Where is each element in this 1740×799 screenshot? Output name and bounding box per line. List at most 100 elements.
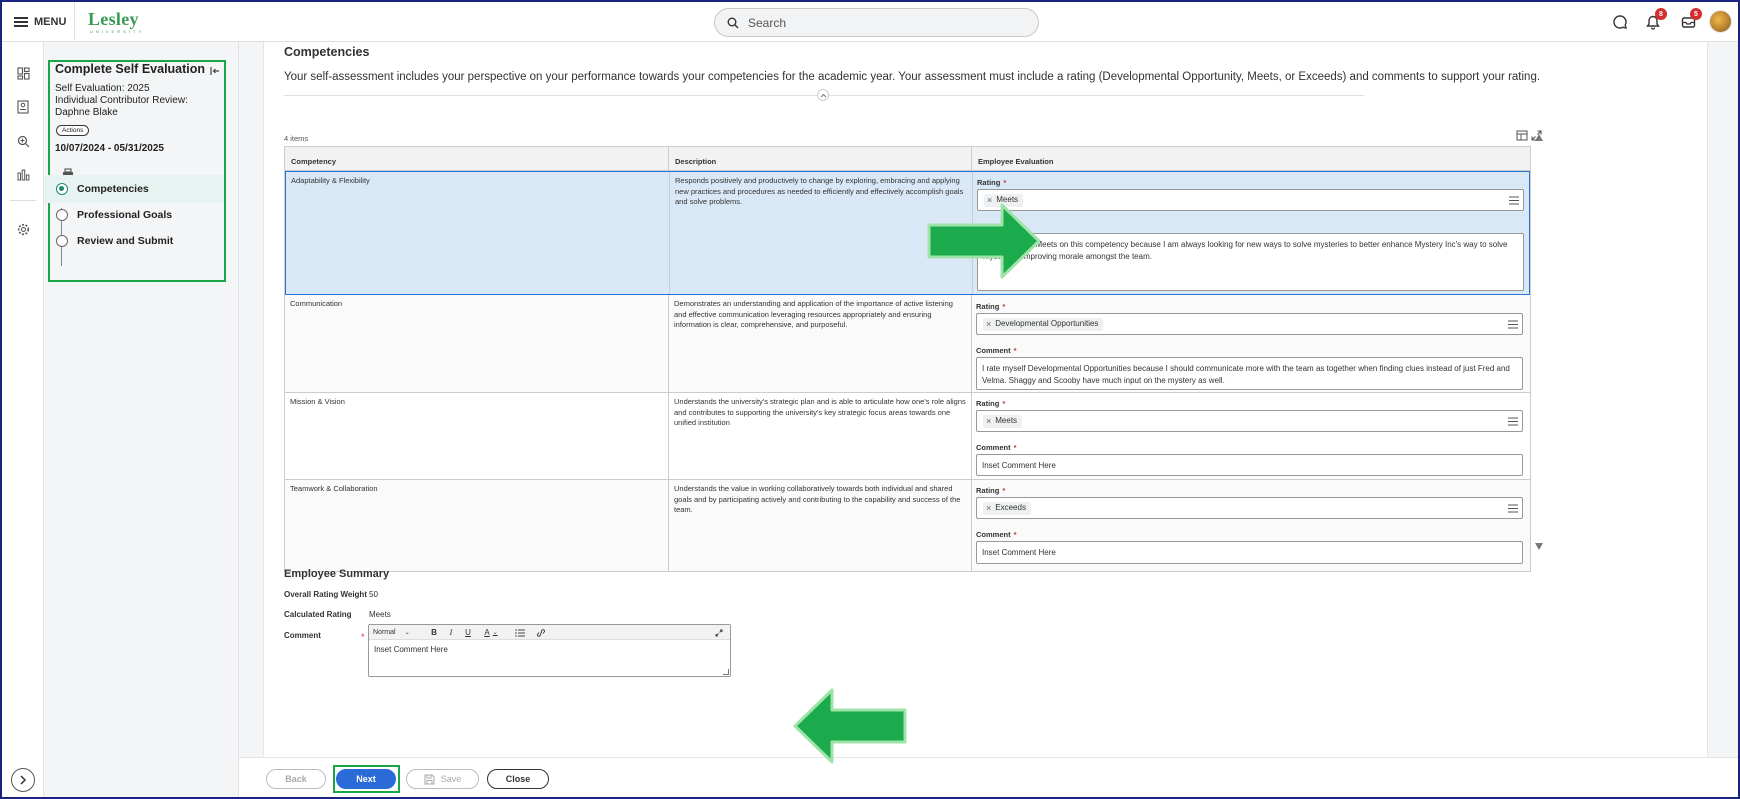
comment-field[interactable]: I rate myself Developmental Opportunitie… [976,357,1523,390]
scroll-down-arrow-icon[interactable] [1535,543,1543,550]
remove-icon[interactable]: × [986,319,991,330]
bullet-list-icon[interactable] [514,627,526,638]
selected-rating: × Meets [984,194,1024,207]
rating-select[interactable]: × Meets [976,410,1523,432]
remove-icon[interactable]: × [986,416,991,427]
hamburger-icon [14,17,28,27]
items-count: 4 items [284,134,309,143]
logo[interactable]: Lesley [88,10,139,28]
zoom-search-icon[interactable] [14,132,32,150]
table-row[interactable]: Adaptability & Flexibility Responds posi… [285,171,1530,295]
link-icon[interactable] [535,627,547,638]
list-icon[interactable] [1508,504,1518,513]
next-button[interactable]: Next [336,769,396,789]
rating-select[interactable]: × Developmental Opportunities [976,313,1523,335]
table-row[interactable]: Mission & Vision Understands the univers… [285,393,1530,480]
rating-select[interactable]: × Meets [977,189,1524,211]
search-icon [727,17,739,28]
close-button[interactable]: Close [487,769,549,789]
competency-name: Mission & Vision [285,393,669,479]
list-icon[interactable] [1508,417,1518,426]
evaluation-cell: Rating * × Meets Comment * I rate myself a … [973,172,1531,294]
logo-subtext: UNIVERSITY [90,29,145,34]
step-competencies[interactable]: Competencies [44,175,224,203]
inbox-button[interactable]: 5 [1678,8,1702,32]
avatar[interactable] [1709,10,1732,33]
rail-divider [10,200,36,201]
rating-label: Rating * [976,486,1006,495]
profile-document-icon[interactable] [14,98,32,116]
table-layout-icon[interactable] [1516,130,1528,141]
menu-label: MENU [34,16,67,28]
divider [74,2,75,42]
text-color-icon[interactable]: A ⌄ [481,627,501,638]
comment-field[interactable]: I rate myself a Meets on this competency… [977,233,1524,291]
comment-label: Comment * [976,530,1017,539]
table-row[interactable]: Teamwork & Collaboration Understands the… [285,480,1530,571]
selected-rating: × Developmental Opportunities [983,318,1104,331]
bold-icon[interactable]: B [429,627,439,638]
chat-icon[interactable] [1610,12,1630,32]
underline-icon[interactable]: U [463,627,473,638]
required-marker: * [361,632,365,642]
comment-field[interactable]: Inset Comment Here [976,541,1523,564]
search-placeholder: Search [748,15,787,30]
save-button[interactable]: Save [406,769,479,789]
italic-icon[interactable]: I [446,627,456,638]
column-header[interactable]: Competency [285,147,669,171]
actions-button[interactable]: Actions [56,125,90,136]
column-header[interactable]: Description [669,147,972,171]
evaluation-cell: Rating * × Developmental Opportunities Com… [972,295,1530,392]
summary-comment-editor[interactable]: Normal ⌄ B I U A ⌄ Inset Comment Here [368,624,731,677]
competencies-table: Competency Description Employee Evaluati… [284,146,1531,572]
dashboard-icon[interactable] [14,64,32,82]
menu-button[interactable]: MENU [14,12,66,32]
comment-field[interactable]: Inset Comment Here [976,454,1523,476]
task-title: Complete Self Evaluation [55,62,206,76]
back-button[interactable]: Back [266,769,326,789]
notifications-button[interactable]: 8 [1643,8,1667,32]
gear-icon[interactable] [14,220,32,238]
search-input[interactable]: Search [714,8,1039,37]
collapse-description-button[interactable] [817,89,829,101]
evaluation-cell: Rating * × Meets Comment * Inset Comment He… [972,393,1530,479]
scroll-up-arrow-icon[interactable] [1535,134,1543,141]
chevron-up-icon [820,93,826,97]
paragraph-style-select[interactable]: Normal ⌄ [373,627,413,638]
task-review-type: Individual Contributor Review: [55,95,188,106]
expand-editor-icon[interactable] [714,627,724,638]
rating-label: Rating * [977,178,1007,187]
top-bar: MENU Lesley UNIVERSITY Search 8 5 [2,2,1738,42]
weight-value: 50 [369,590,378,599]
list-icon[interactable] [1509,196,1519,205]
summary-comment-text[interactable]: Inset Comment Here [374,645,448,654]
step-review-and-submit[interactable]: Review and Submit [44,227,224,255]
summary-comment-label: Comment [284,631,321,640]
table-row[interactable]: Communication Demonstrates an understand… [285,295,1530,393]
main-area: Competencies Your self-assessment includ… [239,42,1738,757]
list-icon[interactable] [1508,320,1518,329]
competency-description: Responds positively and productively to … [670,172,973,294]
remove-icon[interactable]: × [987,195,992,206]
app-window: MENU Lesley UNIVERSITY Search 8 5 Comple… [0,0,1740,799]
competency-description: Demonstrates an understanding and applic… [669,295,972,392]
column-header[interactable]: Employee Evaluation [972,147,1530,171]
resize-handle-icon[interactable] [723,669,729,675]
section-description: Your self-assessment includes your persp… [284,71,1541,83]
step-label: Competencies [77,183,149,195]
inbox-badge: 5 [1690,8,1702,20]
expand-rail-button[interactable] [11,768,35,792]
step-professional-goals[interactable]: Professional Goals [44,201,224,229]
chevron-right-icon [20,775,27,785]
content-card: Competencies Your self-assessment includ… [263,42,1708,757]
section-title: Competencies [284,45,370,59]
rating-select[interactable]: × Exceeds [976,497,1523,519]
step-indicator-icon [56,183,68,195]
competency-name: Teamwork & Collaboration [285,480,669,571]
task-panel: Complete Self Evaluation Self Evaluation… [44,42,239,797]
collapse-panel-icon[interactable] [209,65,221,77]
competency-name: Communication [285,295,669,392]
competency-description: Understands the value in working collabo… [669,480,972,571]
remove-icon[interactable]: × [986,503,991,514]
bar-chart-icon[interactable] [14,166,32,184]
